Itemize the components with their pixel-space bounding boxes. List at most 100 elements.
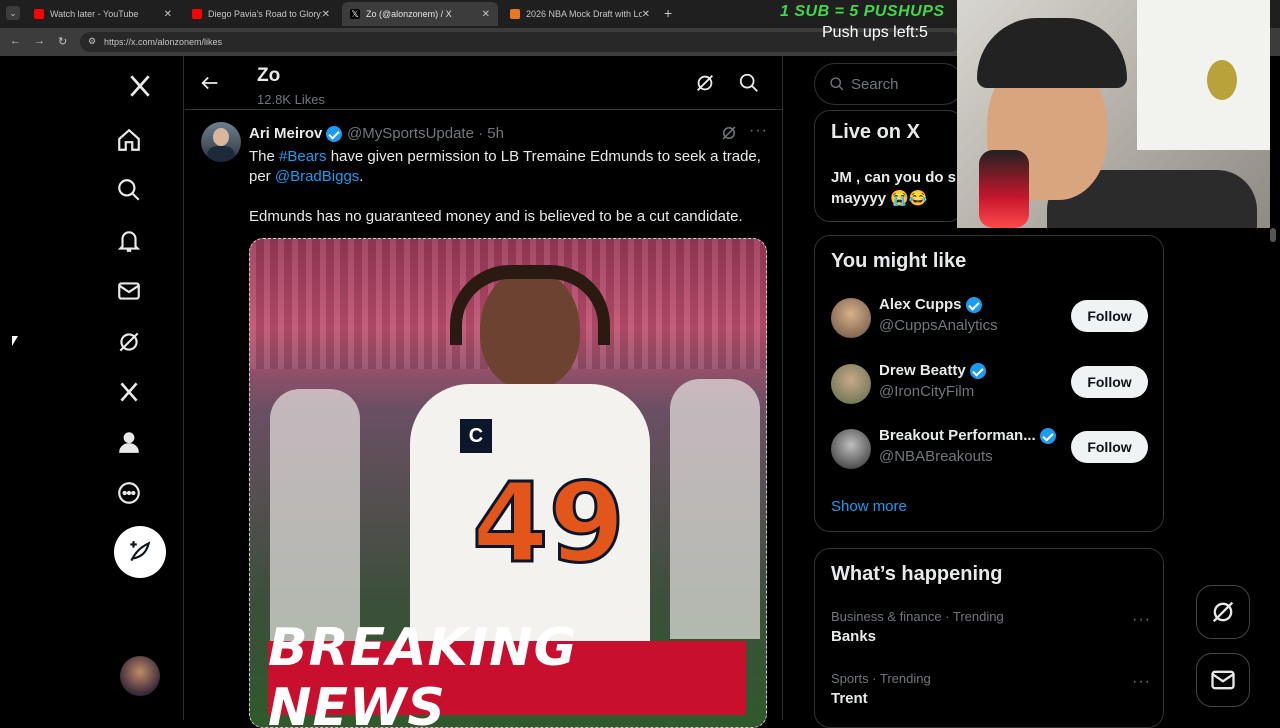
breaking-news-banner: BREAKING NEWS xyxy=(268,618,746,727)
live-on-x-panel[interactable]: Live on X JM , can you do sn mayyyy 😭😂 xyxy=(814,110,964,222)
suggestion-handle: @NBABreakouts xyxy=(879,448,993,465)
suggestion-avatar[interactable] xyxy=(831,298,871,338)
streamer-webcam-overlay xyxy=(957,0,1270,228)
close-tab-icon[interactable]: ✕ xyxy=(164,9,172,20)
follow-button[interactable]: Follow xyxy=(1071,300,1148,332)
youtube-icon xyxy=(192,9,202,19)
whats-happening-panel: What’s happening Business & finance · Tr… xyxy=(814,548,1164,728)
nba-icon xyxy=(510,9,520,19)
grok-icon[interactable] xyxy=(720,124,744,148)
tweet-media-image[interactable]: 49 C BREAKING NEWS xyxy=(249,238,767,728)
tab-search-icon[interactable]: ⌄ xyxy=(6,6,20,20)
tweet-more-icon[interactable]: ··· xyxy=(749,122,768,140)
grok-icon[interactable] xyxy=(109,322,149,362)
suggestion-name[interactable]: Drew Beatty xyxy=(879,362,986,379)
follow-button[interactable]: Follow xyxy=(1071,366,1148,398)
suggestion-name[interactable]: Breakout Performan... xyxy=(879,427,1056,444)
author-name-text: Ari Meirov xyxy=(249,125,323,142)
suggestion-handle: @IronCityFilm xyxy=(879,383,975,400)
page-scrollbar[interactable] xyxy=(1270,228,1276,718)
profile-person-icon[interactable] xyxy=(109,422,149,462)
messages-mail-icon[interactable] xyxy=(109,271,149,311)
account-avatar[interactable] xyxy=(120,656,160,696)
follow-button[interactable]: Follow xyxy=(1071,431,1148,463)
pushups-left-counter: Push ups left:5 xyxy=(822,24,928,41)
tweet-text-part: . xyxy=(359,168,364,185)
x-logo-icon[interactable] xyxy=(120,66,160,106)
explore-search-icon[interactable] xyxy=(109,170,149,210)
tweet-text-part: Edmunds has no guaranteed money and is b… xyxy=(249,208,743,225)
teammate-left xyxy=(270,389,360,649)
close-tab-icon[interactable]: ✕ xyxy=(322,9,330,20)
suggestion-item[interactable]: Alex Cupps @CuppsAnalytics Follow xyxy=(831,296,1151,340)
tweet-text-part: The xyxy=(249,148,280,165)
back-arrow-icon[interactable] xyxy=(199,72,223,96)
scrollbar-thumb[interactable] xyxy=(1270,228,1276,242)
suggestion-handle: @CuppsAnalytics xyxy=(879,317,998,334)
reload-icon[interactable]: ↻ xyxy=(58,35,67,48)
microphone xyxy=(979,150,1029,228)
tab-title: 2026 NBA Mock Draft with Lott xyxy=(526,9,642,19)
more-options-icon[interactable] xyxy=(109,473,149,513)
trend-item[interactable]: Sports · Trending Trent ··· xyxy=(831,671,1151,707)
grok-icon[interactable] xyxy=(694,72,718,96)
grok-fab-button[interactable] xyxy=(1196,585,1250,639)
live-message[interactable]: JM , can you do sn mayyyy 😭😂 xyxy=(831,167,963,209)
back-arrow-icon[interactable]: ← xyxy=(10,35,21,47)
suggestion-name-text: Breakout Performan... xyxy=(879,427,1036,444)
premium-x-icon[interactable] xyxy=(109,372,149,412)
suggestion-item[interactable]: Breakout Performan... @NBABreakouts Foll… xyxy=(831,427,1151,471)
hashtag-link[interactable]: #Bears xyxy=(279,148,327,165)
forward-arrow-icon[interactable]: → xyxy=(34,35,45,47)
close-tab-icon[interactable]: ✕ xyxy=(482,9,490,20)
page-title: Zo xyxy=(257,65,281,86)
streamer-cap xyxy=(977,18,1127,88)
search-icon xyxy=(830,77,844,91)
verified-badge-icon xyxy=(969,362,986,379)
trend-meta: Business & finance · Trending xyxy=(831,609,1004,624)
browser-tab[interactable]: Watch later - YouTube ✕ xyxy=(26,2,180,26)
suggestion-name-text: Drew Beatty xyxy=(879,362,966,379)
suggestion-avatar[interactable] xyxy=(831,364,871,404)
likes-count: 12.8K Likes xyxy=(257,92,325,107)
x-logo-icon: 𝕏 xyxy=(350,9,360,19)
main-timeline-column: Zo 12.8K Likes Ari Meirov @MySportsUpdat… xyxy=(185,56,783,728)
who-to-follow-panel: You might like Alex Cupps @CuppsAnalytic… xyxy=(814,235,1164,532)
suggestion-name[interactable]: Alex Cupps xyxy=(879,296,982,313)
browser-tab[interactable]: Diego Pavia's Road to Glory: Va ✕ xyxy=(184,2,338,26)
trend-name: Trent xyxy=(831,690,868,707)
search-placeholder: Search xyxy=(851,75,899,93)
profile-header: Zo 12.8K Likes xyxy=(185,56,783,110)
show-more-link[interactable]: Show more xyxy=(831,498,907,515)
verified-badge-icon xyxy=(965,296,982,313)
close-tab-icon[interactable]: ✕ xyxy=(642,9,650,20)
suggestion-item[interactable]: Drew Beatty @IronCityFilm Follow xyxy=(831,362,1151,406)
messages-fab-button[interactable] xyxy=(1196,653,1250,707)
browser-tab-active[interactable]: 𝕏 Zo (@alonzonem) / X ✕ xyxy=(342,2,498,26)
teammate-right xyxy=(670,379,760,639)
compose-post-button[interactable] xyxy=(114,526,166,578)
suggestion-name-text: Alex Cupps xyxy=(879,296,962,313)
search-input[interactable]: Search xyxy=(814,63,964,105)
notifications-bell-icon[interactable] xyxy=(109,221,149,261)
site-info-icon[interactable]: ⚙ xyxy=(88,36,96,47)
trend-more-icon[interactable]: ··· xyxy=(1132,673,1151,691)
author-name[interactable]: Ari Meirov xyxy=(249,125,343,142)
browser-tab[interactable]: 2026 NBA Mock Draft with Lott ✕ xyxy=(502,2,658,26)
jersey-number: 49 xyxy=(470,458,626,589)
suggestion-avatar[interactable] xyxy=(831,429,871,469)
author-avatar[interactable] xyxy=(201,122,241,162)
mention-link[interactable]: @BradBiggs xyxy=(275,168,359,185)
trend-more-icon[interactable]: ··· xyxy=(1132,611,1151,629)
search-icon[interactable] xyxy=(738,72,762,96)
author-handle-time[interactable]: @MySportsUpdate · 5h xyxy=(347,125,504,142)
url-text: https://x.com/alonzonem/likes xyxy=(104,37,223,47)
who-to-follow-title: You might like xyxy=(831,250,967,272)
new-tab-button[interactable]: + xyxy=(664,5,672,21)
home-icon[interactable] xyxy=(109,120,149,160)
sub-pushup-banner: 1 SUB = 5 PUSHUPS xyxy=(780,3,945,20)
tab-title: Zo (@alonzonem) / X xyxy=(366,9,452,19)
live-title: Live on X xyxy=(831,121,920,143)
trend-item[interactable]: Business & finance · Trending Banks ··· xyxy=(831,609,1151,645)
compose-feather-icon xyxy=(130,541,151,562)
